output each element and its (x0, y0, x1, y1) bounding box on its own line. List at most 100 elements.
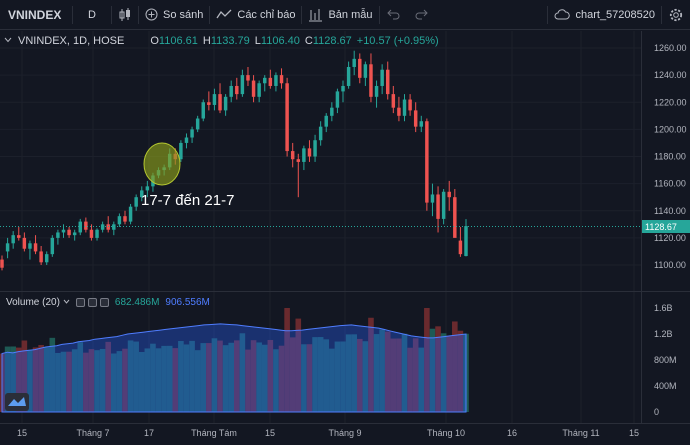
candle-body (179, 142, 183, 160)
candle-body (302, 148, 306, 162)
candle-body (56, 232, 60, 238)
high-value: 1133.79 (210, 35, 250, 47)
candle-body (268, 77, 273, 86)
collapse-chevron-icon[interactable] (4, 35, 12, 47)
candle-body (279, 75, 284, 84)
price-tick-label: 1220.00 (654, 97, 687, 107)
candle-body (419, 121, 424, 127)
candle-body (307, 148, 312, 157)
close-label: C (304, 35, 313, 47)
price-tick-label: 1100.00 (654, 260, 686, 270)
close-value: 1128.67 (312, 35, 352, 47)
candle-body (341, 85, 345, 92)
candle-body (380, 69, 384, 86)
candle-body (464, 226, 468, 257)
candle-body (369, 64, 373, 97)
candle-body (296, 159, 301, 162)
tradingview-logo-icon[interactable] (5, 393, 29, 411)
volume-title[interactable]: Volume (20) (6, 297, 60, 308)
candle-body (145, 186, 150, 191)
candle-body (425, 121, 429, 203)
candle-body (207, 102, 211, 105)
candle-body (453, 197, 457, 238)
candle-body (89, 229, 94, 238)
candle-body (346, 66, 351, 86)
candle-body (106, 224, 110, 230)
candle-body (274, 75, 278, 86)
candle-body (22, 237, 27, 249)
candle-body (123, 216, 127, 222)
price-chart[interactable]: 1260.00 1240.00 1220.00 1200.00 1180.00 1160.… (0, 0, 690, 445)
chevron-down-icon[interactable] (63, 297, 70, 308)
candle-body (313, 140, 317, 157)
candle-body (413, 110, 418, 127)
candle-body (458, 240, 463, 255)
volume-tick-label: 1.2B (654, 329, 673, 339)
time-tick-label: Tháng 9 (328, 428, 361, 438)
volume-tick-label: 1.6B (654, 303, 673, 313)
candle-body (212, 94, 217, 105)
annotation-text[interactable]: 17-7 đến 21-7 (141, 192, 234, 209)
series-title[interactable]: VNINDEX, 1D, HOSE (18, 35, 124, 47)
candle-body (397, 107, 401, 116)
high-label: H (202, 35, 211, 47)
candle-body (95, 229, 99, 238)
candle-body (67, 229, 71, 236)
candle-body (223, 96, 228, 111)
candle-body (100, 224, 105, 230)
time-tick-label: 16 (507, 428, 517, 438)
open-value: 1106.61 (158, 35, 198, 47)
candle-body (117, 216, 122, 225)
candle-body (195, 118, 200, 130)
candle-body (257, 83, 261, 97)
candle-body (11, 235, 15, 244)
settings-icon[interactable] (87, 298, 97, 307)
candle-body (33, 243, 38, 252)
last-price-label: 1128.67 (645, 222, 677, 232)
close-icon[interactable] (99, 298, 109, 307)
candle-body (430, 194, 435, 203)
price-tick-label: 1180.00 (654, 152, 686, 162)
candle-body (408, 99, 412, 111)
open-label: O (150, 35, 159, 47)
volume-ma-value: 906.556M (165, 297, 210, 308)
candle-body (436, 194, 440, 219)
candle-body (235, 85, 239, 95)
candle-body (447, 191, 451, 198)
candle-body (391, 94, 396, 108)
time-tick-label: Tháng 7 (76, 428, 109, 438)
candle-body (201, 102, 205, 119)
change-value: +10.57 (+0.95%) (356, 35, 439, 47)
price-tick-label: 1240.00 (654, 70, 687, 80)
candle-body (5, 243, 10, 252)
time-tick-label: Tháng 11 (562, 428, 599, 438)
candle-body (263, 77, 267, 84)
candle-body (246, 75, 250, 81)
series-legend: VNINDEX, 1D, HOSE O 1106.61 H 1133.79 L 110… (4, 33, 439, 49)
candle-body (112, 224, 116, 230)
time-tick-label: 15 (629, 428, 639, 438)
candle-body (0, 259, 4, 268)
price-tick-label: 1160.00 (654, 179, 686, 189)
candle-body (229, 85, 233, 97)
candle-body (335, 91, 340, 108)
volume-tick-label: 0 (654, 407, 659, 417)
price-tick-label: 1120.00 (654, 233, 686, 243)
candle-body (78, 221, 82, 233)
highlight-ellipse (143, 142, 181, 186)
volume-tick-label: 400M (654, 381, 677, 391)
candle-body (352, 58, 356, 67)
candle-body (285, 83, 289, 152)
time-tick-label: Tháng 10 (427, 428, 465, 438)
eye-icon[interactable] (75, 298, 85, 307)
candle-body (290, 151, 295, 160)
time-tick-label: 15 (265, 428, 275, 438)
volume-value: 682.486M (114, 297, 160, 308)
candle-body (318, 126, 323, 141)
candle-body (128, 206, 133, 222)
price-tick-label: 1200.00 (654, 124, 687, 134)
candle-body (386, 69, 390, 95)
price-axis[interactable]: 1260.00 1240.00 1220.00 1200.00 1180.00 1160.… (654, 43, 687, 270)
candle-body (324, 115, 328, 127)
low-value: 1106.40 (260, 35, 300, 47)
